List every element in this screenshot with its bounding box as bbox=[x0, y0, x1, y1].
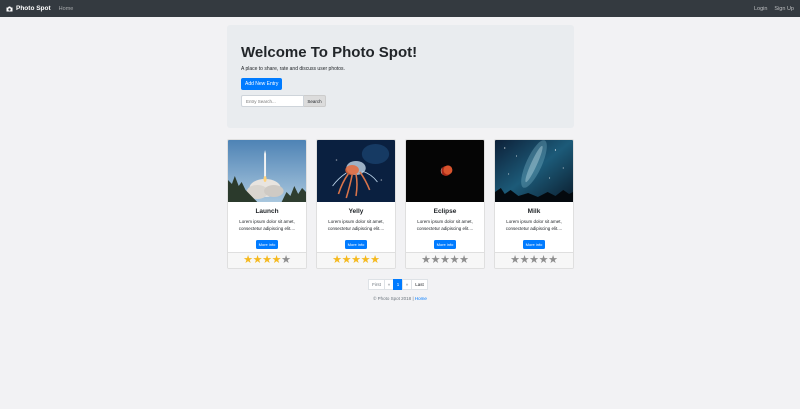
page-lead: A place to share, rate and discuss user … bbox=[241, 66, 345, 72]
star-rating[interactable]: ★ ★ ★ ★ ★ bbox=[406, 252, 484, 268]
card-text: Lorem ipsum dolor sit amet, consectetur … bbox=[416, 219, 474, 231]
more-info-button[interactable]: More info bbox=[522, 239, 546, 249]
star-icon[interactable]: ★ bbox=[281, 255, 291, 266]
star-icon[interactable]: ★ bbox=[262, 255, 272, 266]
star-rating[interactable]: ★ ★ ★ ★ ★ bbox=[228, 252, 306, 268]
star-icon[interactable]: ★ bbox=[529, 255, 539, 266]
star-icon[interactable]: ★ bbox=[548, 255, 558, 266]
page-last-button[interactable]: Last bbox=[411, 279, 428, 290]
star-icon[interactable]: ★ bbox=[243, 255, 253, 266]
signup-link[interactable]: Sign Up bbox=[774, 6, 794, 12]
photo-launch[interactable] bbox=[228, 140, 306, 202]
star-rating[interactable]: ★ ★ ★ ★ ★ bbox=[495, 252, 573, 268]
more-info-button[interactable]: More info bbox=[433, 239, 457, 249]
card-title: Launch bbox=[255, 208, 279, 215]
star-icon[interactable]: ★ bbox=[440, 255, 450, 266]
photo-yelly[interactable] bbox=[317, 140, 395, 202]
star-icon[interactable]: ★ bbox=[342, 255, 352, 266]
card-title: Yelly bbox=[348, 208, 364, 215]
add-new-entry-button[interactable]: Add New Entry bbox=[241, 78, 283, 90]
photo-card: Eclipse Lorem ipsum dolor sit amet, cons… bbox=[405, 139, 485, 269]
top-navbar: Photo Spot Home Login Sign Up bbox=[0, 0, 800, 17]
photo-card: Launch Lorem ipsum dolor sit amet, conse… bbox=[227, 139, 307, 269]
star-icon[interactable]: ★ bbox=[450, 255, 460, 266]
entry-search-input[interactable] bbox=[241, 95, 304, 107]
card-text: Lorem ipsum dolor sit amet, consectetur … bbox=[238, 219, 296, 231]
photo-card: Milk Lorem ipsum dolor sit amet, consect… bbox=[494, 139, 574, 269]
page-footer: © Photo Spot 2018 | Home bbox=[0, 296, 800, 301]
card-title: Eclipse bbox=[433, 208, 457, 215]
login-link[interactable]: Login bbox=[754, 6, 767, 12]
card-text: Lorem ipsum dolor sit amet, consectetur … bbox=[505, 219, 563, 231]
star-icon[interactable]: ★ bbox=[361, 255, 371, 266]
star-icon[interactable]: ★ bbox=[510, 255, 520, 266]
star-rating[interactable]: ★ ★ ★ ★ ★ bbox=[317, 252, 395, 268]
footer-copyright: © Photo Spot 2018 | bbox=[373, 296, 414, 301]
nav-home-link[interactable]: Home bbox=[59, 6, 74, 12]
search-button[interactable]: Search bbox=[304, 95, 326, 107]
photo-card: Yelly Lorem ipsum dolor sit amet, consec… bbox=[316, 139, 396, 269]
pagination: First « 1 » Last bbox=[368, 279, 428, 290]
page-first-button[interactable]: First bbox=[368, 279, 385, 290]
star-icon[interactable]: ★ bbox=[370, 255, 380, 266]
star-icon[interactable]: ★ bbox=[520, 255, 530, 266]
star-icon[interactable]: ★ bbox=[272, 255, 282, 266]
star-icon[interactable]: ★ bbox=[332, 255, 342, 266]
welcome-jumbotron: Welcome To Photo Spot! A place to share,… bbox=[227, 25, 574, 128]
more-info-button[interactable]: More info bbox=[255, 239, 279, 249]
photo-milk[interactable] bbox=[495, 140, 573, 202]
star-icon[interactable]: ★ bbox=[459, 255, 469, 266]
camera-icon bbox=[6, 6, 13, 11]
star-icon[interactable]: ★ bbox=[351, 255, 361, 266]
page-title: Welcome To Photo Spot! bbox=[241, 44, 418, 61]
card-text: Lorem ipsum dolor sit amet, consectetur … bbox=[327, 219, 385, 231]
more-info-button[interactable]: More info bbox=[344, 239, 368, 249]
star-icon[interactable]: ★ bbox=[539, 255, 549, 266]
photo-eclipse[interactable] bbox=[406, 140, 484, 202]
star-icon[interactable]: ★ bbox=[421, 255, 431, 266]
brand-link[interactable]: Photo Spot bbox=[6, 5, 51, 12]
star-icon[interactable]: ★ bbox=[253, 255, 263, 266]
footer-home-link[interactable]: Home bbox=[415, 296, 427, 301]
search-form: Search bbox=[241, 95, 560, 107]
brand-label: Photo Spot bbox=[16, 5, 51, 12]
card-title: Milk bbox=[527, 208, 541, 215]
star-icon[interactable]: ★ bbox=[431, 255, 441, 266]
